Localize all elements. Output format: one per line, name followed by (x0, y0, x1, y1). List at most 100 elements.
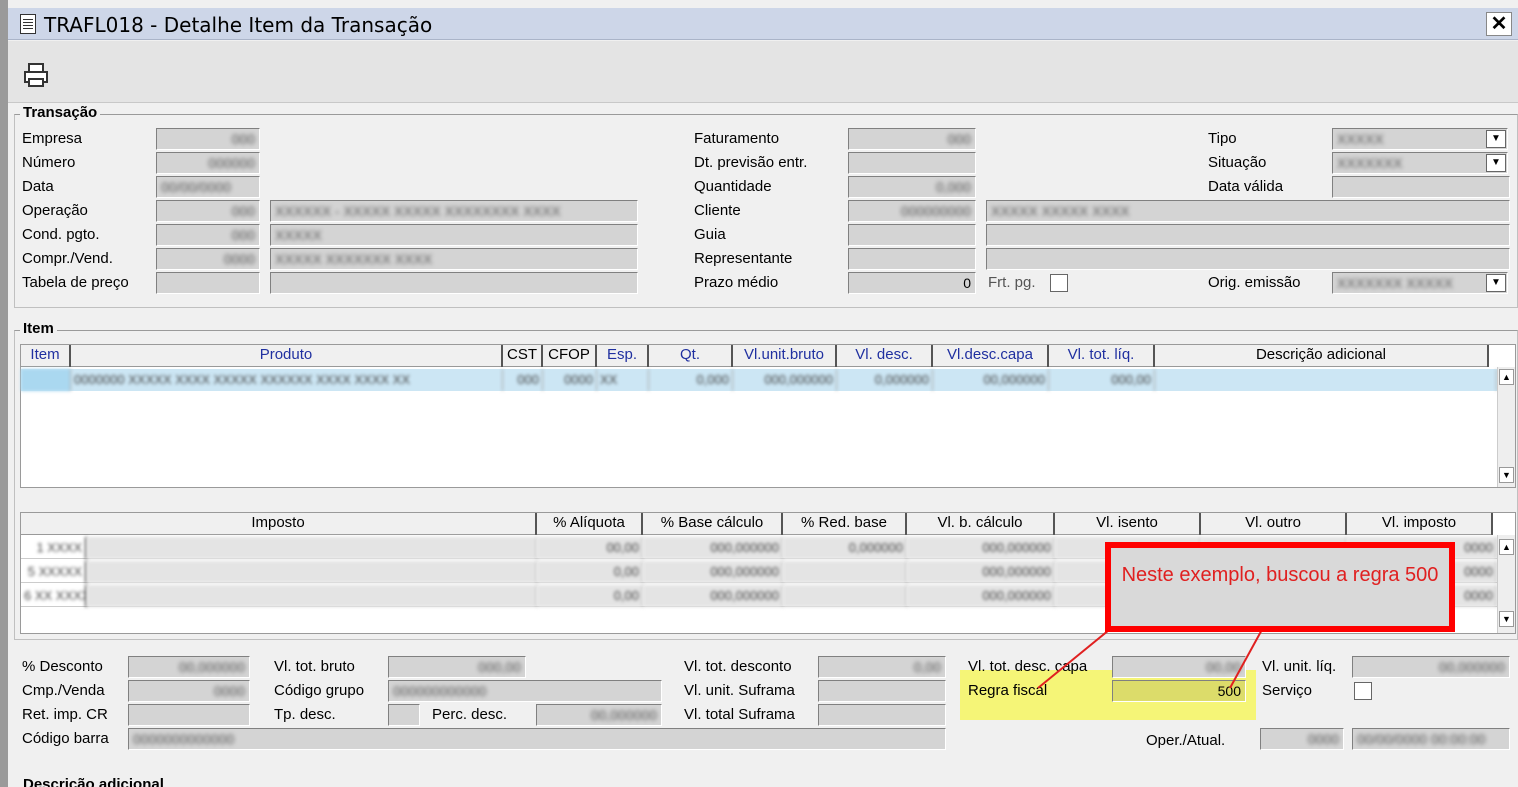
scroll-up-icon[interactable]: ▲ (1499, 369, 1514, 385)
cliente-code-field[interactable]: 000000000 (848, 200, 976, 222)
tipo-dropdown-icon[interactable]: ▼ (1486, 130, 1506, 148)
cond-pgto-label: Cond. pgto. (22, 226, 100, 243)
perc-desc-label: Perc. desc. (432, 706, 508, 723)
col-vl-desc[interactable]: Vl. desc. (837, 345, 933, 367)
col-red-base[interactable]: % Red. base (783, 513, 907, 535)
cell-produto: 0000000 XXXXX XXXX XXXXX XXXXXX XXXX XXX… (71, 369, 503, 391)
col-vl-unit-bruto[interactable]: Vl.unit.bruto (733, 345, 837, 367)
tp-desc-label: Tp. desc. (274, 706, 336, 723)
oper-atual-label: Oper./Atual. (1146, 732, 1226, 749)
numero-value: 000000 (208, 155, 255, 171)
representante-code-field[interactable] (848, 248, 976, 270)
situacao-label: Situação (1208, 154, 1267, 171)
cond-pgto-code-value: 000 (231, 227, 255, 243)
dt-previsao-field[interactable] (848, 152, 976, 174)
pct-desconto-field[interactable]: 00,000000 (128, 656, 250, 678)
cell-vl-desc: 0,000000 (837, 369, 933, 391)
vl-tot-desc-capa-field[interactable]: 00,00 (1112, 656, 1246, 678)
col-vl-tot-liq[interactable]: Vl. tot. líq. (1049, 345, 1155, 367)
faturamento-field[interactable]: 000 (848, 128, 976, 150)
vl-tot-desc-capa-value: 00,00 (1205, 659, 1241, 675)
col-item[interactable]: Item (21, 345, 71, 367)
codigo-grupo-field[interactable]: 000000000000 (388, 680, 662, 702)
vl-tot-desconto-field[interactable]: 0,00 (818, 656, 946, 678)
vl-unit-liq-field[interactable]: 00,000000 (1352, 656, 1510, 678)
frt-pg-checkbox[interactable] (1050, 274, 1068, 292)
col-vl-isento[interactable]: Vl. isento (1055, 513, 1201, 535)
col-vl-desc-capa[interactable]: Vl.desc.capa (933, 345, 1049, 367)
data-valida-field[interactable] (1332, 176, 1510, 198)
close-button[interactable]: ✕ (1486, 12, 1512, 36)
col-vl-outro[interactable]: Vl. outro (1201, 513, 1347, 535)
prazo-medio-field[interactable]: 0 (848, 272, 976, 294)
col-qt[interactable]: Qt. (649, 345, 733, 367)
toolbar (8, 41, 1518, 103)
ret-imp-cr-label: Ret. imp. CR (22, 706, 108, 723)
empresa-field[interactable]: 000 (156, 128, 260, 150)
vl-tot-bruto-field[interactable]: 000,00 (388, 656, 526, 678)
window-title: TRAFL018 - Detalhe Item da Transação (44, 13, 433, 37)
compr-vend-code-field[interactable]: 0000 (156, 248, 260, 270)
numero-field[interactable]: 000000 (156, 152, 260, 174)
cell-imposto: 1 XXXX (21, 537, 87, 559)
document-icon (20, 14, 36, 34)
empresa-label: Empresa (22, 130, 83, 147)
regra-fiscal-field[interactable]: 500 (1112, 680, 1246, 702)
quantidade-label: Quantidade (694, 178, 772, 195)
compr-vend-desc-field: XXXXX XXXXXXX XXXX (270, 248, 638, 270)
scroll-up-icon[interactable]: ▲ (1499, 539, 1514, 555)
cell-esp: XX (597, 369, 649, 391)
cell-qt: 0,000 (649, 369, 733, 391)
operacao-desc-value: XXXXXX - XXXXX XXXXX XXXXXXXX XXXX (275, 203, 561, 219)
ret-imp-cr-field[interactable] (128, 704, 250, 726)
tipo-select[interactable]: XXXXX (1332, 128, 1508, 150)
col-descricao-adicional[interactable]: Descrição adicional (1155, 345, 1489, 367)
data-field[interactable]: 00/00/0000 (156, 176, 260, 198)
situacao-select[interactable]: XXXXXXX (1332, 152, 1508, 174)
col-produto[interactable]: Produto (71, 345, 503, 367)
perc-desc-field[interactable]: 00,000000 (536, 704, 662, 726)
col-vl-b-calculo[interactable]: Vl. b. cálculo (907, 513, 1055, 535)
cell-red-base (783, 585, 907, 607)
vl-total-suframa-field[interactable] (818, 704, 946, 726)
quantidade-field[interactable]: 0,000 (848, 176, 976, 198)
guia-code-field[interactable] (848, 224, 976, 246)
col-imposto[interactable]: Imposto (21, 513, 537, 535)
impostos-grid-scrollbar[interactable]: ▲ ▼ (1497, 535, 1515, 633)
cell-aliquota: 00,00 (537, 537, 643, 559)
vl-tot-desconto-label: Vl. tot. desconto (684, 658, 792, 675)
pct-desconto-value: 00,000000 (178, 659, 245, 675)
cell-cst: 000 (503, 369, 543, 391)
scroll-down-icon[interactable]: ▼ (1499, 467, 1514, 483)
col-cfop[interactable]: CFOP (543, 345, 597, 367)
col-cst[interactable]: CST (503, 345, 543, 367)
operacao-code-field[interactable]: 000 (156, 200, 260, 222)
cond-pgto-code-field[interactable]: 000 (156, 224, 260, 246)
oper-code-field: 0000 (1260, 728, 1344, 750)
scroll-down-icon[interactable]: ▼ (1499, 611, 1514, 627)
perc-desc-value: 00,000000 (590, 707, 657, 723)
faturamento-label: Faturamento (694, 130, 780, 147)
col-base-calculo[interactable]: % Base cálculo (643, 513, 783, 535)
servico-checkbox[interactable] (1354, 682, 1372, 700)
vl-total-suframa-label: Vl. total Suframa (684, 706, 795, 723)
representante-label: Representante (694, 250, 793, 267)
vl-unit-suframa-field[interactable] (818, 680, 946, 702)
orig-emissao-dropdown-icon[interactable]: ▼ (1486, 274, 1506, 292)
col-aliquota[interactable]: % Alíquota (537, 513, 643, 535)
tp-desc-field[interactable] (388, 704, 420, 726)
cmp-venda-field[interactable]: 0000 (128, 680, 250, 702)
tabela-preco-code-field[interactable] (156, 272, 260, 294)
cell-vl-tot-liq: 000,00 (1049, 369, 1155, 391)
printer-icon[interactable] (22, 61, 50, 89)
cell-vl-b-calculo: 000,000000 (907, 537, 1055, 559)
table-row[interactable]: 0000000 XXXXX XXXX XXXXX XXXXXX XXXX XXX… (21, 369, 1497, 391)
situacao-dropdown-icon[interactable]: ▼ (1486, 154, 1506, 172)
orig-emissao-select[interactable]: XXXXXXX XXXXX (1332, 272, 1508, 294)
codigo-barra-field[interactable]: 0000000000000 (128, 728, 946, 750)
item-grid-scrollbar[interactable]: ▲ ▼ (1497, 367, 1515, 487)
col-vl-imposto[interactable]: Vl. imposto (1347, 513, 1493, 535)
codigo-barra-value: 0000000000000 (133, 731, 235, 747)
col-esp[interactable]: Esp. (597, 345, 649, 367)
cond-pgto-desc-field: XXXXX (270, 224, 638, 246)
